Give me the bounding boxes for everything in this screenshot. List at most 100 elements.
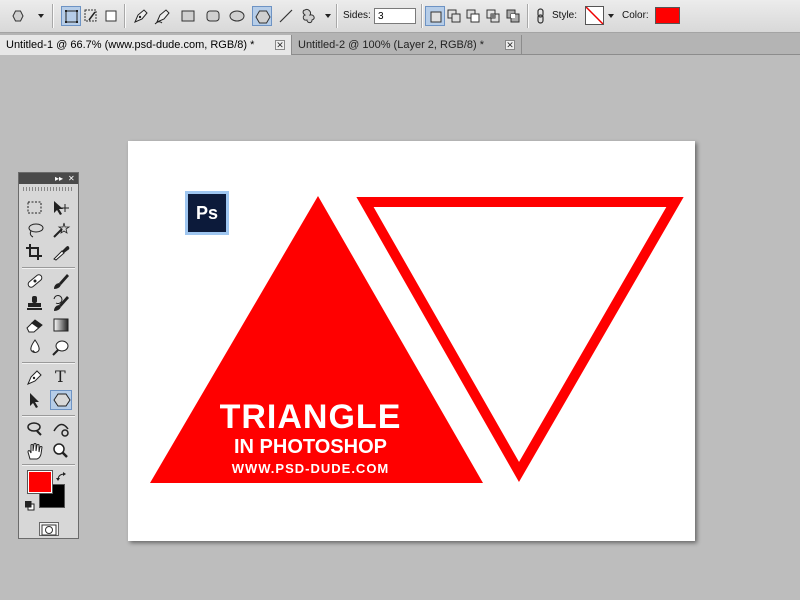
dodge-tool[interactable]: [50, 337, 72, 357]
fill-pixels-icon: [105, 10, 117, 22]
close-icon[interactable]: ✕: [68, 174, 75, 183]
brush-icon: [54, 274, 69, 289]
shape-layers-button[interactable]: [61, 6, 81, 26]
custom-shape-tool-button[interactable]: [299, 6, 319, 26]
collapse-icon[interactable]: ▸▸: [55, 174, 63, 183]
tools-panel-header[interactable]: ▸▸ ✕: [19, 173, 78, 184]
ellipse-tool-button[interactable]: [227, 6, 247, 26]
pen-tool-button[interactable]: [131, 6, 151, 26]
color-swatch[interactable]: [655, 7, 680, 24]
close-icon[interactable]: ✕: [275, 40, 285, 50]
3d-orbit-icon: [53, 423, 69, 437]
close-icon[interactable]: ✕: [505, 40, 515, 50]
divider: [52, 4, 54, 28]
marquee-icon: [27, 201, 42, 214]
divider: [22, 267, 75, 269]
style-label: Style:: [552, 10, 578, 21]
tab-label: Untitled-2 @ 100% (Layer 2, RGB/8) *: [298, 39, 485, 51]
eyedropper-tool[interactable]: [50, 242, 72, 262]
divider: [22, 362, 75, 364]
swap-colors-icon[interactable]: [56, 469, 68, 481]
type-icon: T: [55, 367, 66, 386]
new-shape-layer-button[interactable]: [425, 6, 445, 26]
magic-wand-tool[interactable]: [50, 220, 72, 240]
chevron-down-icon[interactable]: [38, 14, 44, 18]
divider: [22, 464, 75, 466]
tab-untitled-2[interactable]: Untitled-2 @ 100% (Layer 2, RGB/8) * ✕: [292, 35, 522, 55]
freeform-pen-button[interactable]: [153, 6, 173, 26]
pen-tool[interactable]: [24, 367, 46, 387]
ellipse-icon: [229, 10, 245, 22]
type-tool[interactable]: T: [50, 367, 72, 387]
pen-paths-icon: [84, 9, 97, 22]
divider: [527, 4, 529, 28]
foreground-color-swatch[interactable]: [27, 470, 53, 494]
exclude-overlap-button[interactable]: [503, 6, 523, 26]
divider: [124, 4, 126, 28]
sides-input[interactable]: [374, 8, 416, 24]
line-tool-button[interactable]: [276, 6, 296, 26]
clone-stamp-tool[interactable]: [24, 293, 46, 313]
eraser-icon: [26, 319, 43, 333]
zoom-tool[interactable]: [50, 441, 72, 461]
link-style-button[interactable]: [531, 6, 551, 26]
custom-shape-icon: [302, 9, 315, 24]
chevron-down-icon[interactable]: [325, 14, 331, 18]
panel-grip[interactable]: [23, 187, 74, 191]
gradient-tool[interactable]: [50, 315, 72, 335]
rectangle-tool-button[interactable]: [178, 6, 198, 26]
polygon-shape-tool[interactable]: [50, 390, 72, 410]
polygon-icon: [53, 393, 71, 407]
add-to-shape-button[interactable]: [444, 6, 464, 26]
url-text: WWW.PSD-DUDE.COM: [231, 461, 390, 476]
3d-orbit-tool[interactable]: [50, 419, 72, 439]
quick-mask-icon: [41, 524, 57, 536]
move-tool[interactable]: [50, 198, 72, 218]
add-shape-icon: [447, 9, 461, 23]
polygon-icon: [255, 10, 271, 24]
move-icon: [54, 201, 69, 215]
history-brush-tool[interactable]: [50, 293, 72, 313]
path-selection-tool[interactable]: [24, 390, 46, 410]
healing-brush-tool[interactable]: [24, 271, 46, 291]
tool-preset-picker[interactable]: [8, 6, 28, 26]
crop-tool[interactable]: [24, 242, 46, 262]
paths-button[interactable]: [81, 6, 101, 26]
tab-untitled-1[interactable]: Untitled-1 @ 66.7% (www.psd-dude.com, RG…: [0, 35, 292, 55]
options-bar: Sides: Style: Color:: [0, 0, 800, 33]
lasso-tool[interactable]: [24, 220, 46, 240]
no-style-icon: [585, 6, 604, 25]
arrow-pointer-icon: [30, 393, 39, 408]
marquee-tool[interactable]: [24, 198, 46, 218]
title-text: TRIANGLE: [219, 398, 402, 436]
default-colors-icon[interactable]: [24, 498, 35, 511]
exclude-shape-icon: [506, 9, 520, 23]
magic-wand-icon: [53, 222, 71, 238]
hand-tool[interactable]: [24, 441, 46, 461]
fill-pixels-button[interactable]: [101, 6, 121, 26]
pen-icon: [134, 9, 148, 23]
stamp-icon: [27, 296, 42, 310]
hand-icon: [27, 443, 43, 460]
blur-tool[interactable]: [24, 337, 46, 357]
lasso-icon: [28, 223, 44, 238]
polygon-tool-button[interactable]: [252, 6, 272, 26]
chevron-down-icon[interactable]: [608, 14, 614, 18]
style-swatch[interactable]: [585, 6, 604, 25]
3d-rotate-tool[interactable]: [24, 419, 46, 439]
subtract-shape-button[interactable]: [463, 6, 483, 26]
chain-link-icon: [537, 8, 544, 24]
brush-tool[interactable]: [50, 271, 72, 291]
crop-icon: [26, 244, 42, 260]
line-icon: [279, 9, 293, 23]
eraser-tool[interactable]: [24, 315, 46, 335]
bandage-icon: [27, 274, 43, 288]
freeform-pen-icon: [154, 9, 170, 25]
logo-text: Ps: [195, 202, 219, 223]
intersect-shape-button[interactable]: [483, 6, 503, 26]
rounded-rectangle-tool-button[interactable]: [203, 6, 223, 26]
document-canvas[interactable]: Ps TRIANGLE IN PHOTOSHOP WWW.PSD-DUDE.CO…: [128, 141, 695, 541]
dodge-icon: [52, 340, 69, 356]
pen-icon: [27, 370, 42, 385]
quick-mask-button[interactable]: [39, 522, 59, 536]
